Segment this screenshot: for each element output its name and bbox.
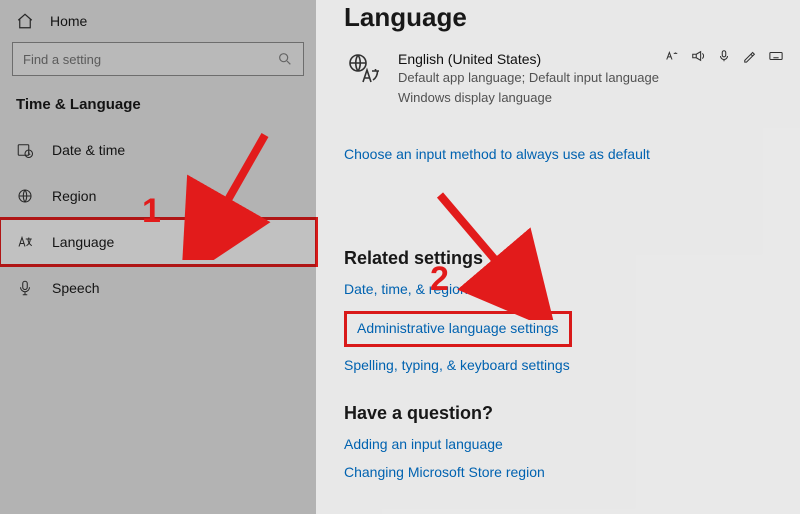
link-admin-language[interactable]: Administrative language settings	[357, 320, 559, 336]
microphone-icon	[16, 279, 34, 297]
sidebar-item-label: Speech	[52, 280, 99, 296]
handwriting-icon	[742, 48, 758, 64]
current-language-name: English (United States)	[398, 51, 659, 67]
language-large-icon	[344, 51, 382, 89]
sidebar-item-label: Date & time	[52, 142, 125, 158]
link-add-input-language[interactable]: Adding an input language	[344, 436, 772, 452]
have-question-heading: Have a question?	[344, 403, 772, 424]
highlight-admin-link: Administrative language settings	[344, 311, 572, 347]
search-box[interactable]	[12, 42, 304, 76]
sidebar-item-region[interactable]: Region	[0, 173, 316, 219]
page-title: Language	[344, 2, 772, 33]
current-language-sub1: Default app language; Default input lang…	[398, 69, 659, 87]
home-nav[interactable]: Home	[0, 6, 316, 40]
sidebar-item-label: Language	[52, 234, 114, 250]
language-icon	[16, 233, 34, 251]
home-icon	[16, 12, 34, 30]
related-settings-heading: Related settings	[344, 248, 772, 269]
choose-input-method-link[interactable]: Choose an input method to always use as …	[344, 146, 650, 162]
home-label: Home	[50, 13, 87, 29]
mic-feature-icon	[716, 48, 732, 64]
sidebar-item-speech[interactable]: Speech	[0, 265, 316, 311]
language-feature-icons	[664, 48, 784, 64]
search-input[interactable]	[23, 52, 277, 67]
text-to-speech-icon	[664, 48, 680, 64]
main-panel: Language English (United States) Default…	[316, 0, 800, 514]
section-title: Time & Language	[0, 90, 316, 127]
search-icon	[277, 51, 293, 67]
sidebar-item-label: Region	[52, 188, 96, 204]
sidebar: Home Time & Language Date & time Region	[0, 0, 316, 514]
link-datetime-formatting[interactable]: Date, time, & regional formatting	[344, 281, 772, 297]
calendar-clock-icon	[16, 141, 34, 159]
keyboard-icon	[768, 48, 784, 64]
current-language-sub2: Windows display language	[398, 89, 659, 107]
link-spelling-keyboard[interactable]: Spelling, typing, & keyboard settings	[344, 357, 772, 373]
sidebar-item-datetime[interactable]: Date & time	[0, 127, 316, 173]
link-store-region[interactable]: Changing Microsoft Store region	[344, 464, 772, 480]
sidebar-item-language[interactable]: Language	[0, 219, 316, 265]
speech-recognition-icon	[690, 48, 706, 64]
globe-icon	[16, 187, 34, 205]
